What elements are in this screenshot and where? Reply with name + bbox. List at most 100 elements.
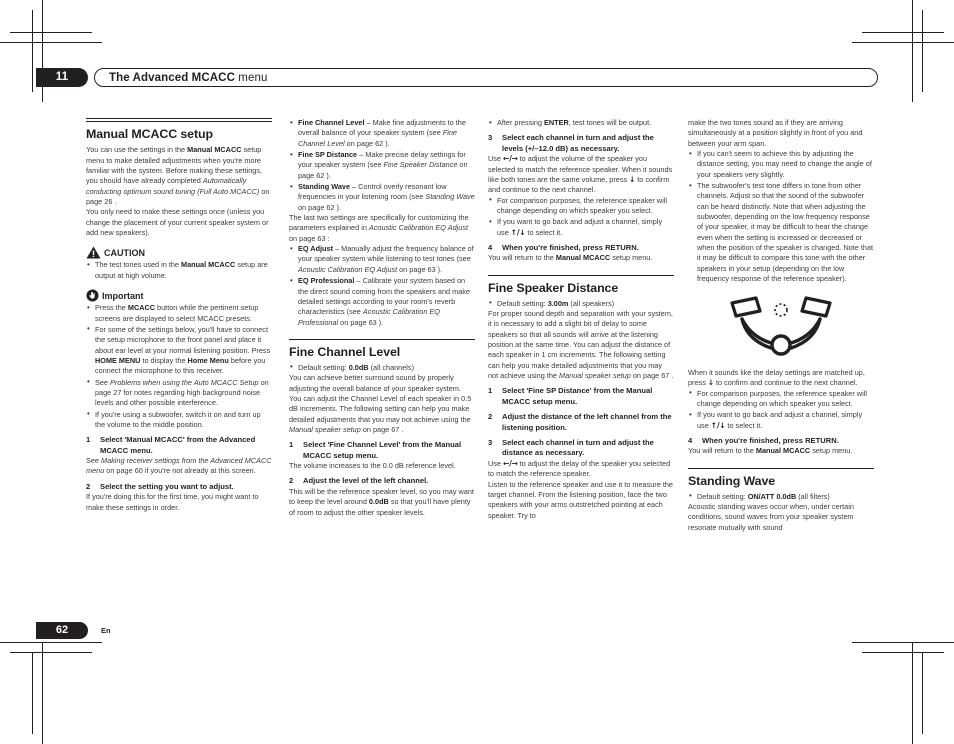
text-bold: HOME MENU	[95, 355, 141, 365]
step-text: Select the setting you want to adjust.	[100, 481, 234, 491]
step-3-notes: For comparison purposes, the reference s…	[488, 195, 674, 238]
language-code: En	[101, 626, 111, 635]
text-run: on page 67 .	[360, 424, 404, 434]
paragraph-customizing: The last two settings are specifically f…	[289, 213, 475, 244]
crop-mark-bottom-right	[834, 582, 954, 744]
step-1: 1 Select 'Manual MCACC' from the Advanced…	[86, 435, 272, 456]
important-notice: Important Press the MCACC button while t…	[86, 289, 272, 430]
list-item: EQ Adjust – Manually adjust the frequenc…	[289, 244, 475, 275]
step-4-body: You will return to the Manual MCACC setu…	[488, 253, 674, 263]
text-run: setup menu.	[810, 446, 853, 456]
list-item: Press the MCACC button while the pertine…	[86, 303, 272, 324]
text-bold: EQ Professional	[298, 276, 355, 286]
step-2-body: If you're doing this for the first time,…	[86, 492, 259, 512]
left-speaker-icon	[730, 295, 762, 318]
header-title-bold: The Advanced MCACC	[109, 72, 235, 84]
text-italic: Standing Wave	[425, 192, 475, 202]
distance-notes-list: If you can't seem to achieve this by adj…	[688, 149, 874, 284]
step-text: Select 'Manual MCACC' from the Advanced …	[100, 435, 256, 455]
step-number: 2	[86, 481, 91, 491]
text-bold: Home Menu	[187, 355, 229, 365]
step-text: Select 'Fine Channel Level' from the Man…	[303, 440, 462, 460]
list-item: Default setting: ON/ATT 0.0dB (all filte…	[688, 491, 874, 502]
caution-notice: CAUTION The test tones used in the Manua…	[86, 246, 272, 281]
text-run: Default setting:	[298, 362, 349, 372]
list-item: If you're using a subwoofer, switch it o…	[86, 409, 272, 431]
section-fine-speaker-distance: Fine Speaker Distance	[488, 274, 674, 295]
text-run: on page 67 .	[630, 371, 674, 381]
text-run: to confirm and continue to the next chan…	[713, 378, 858, 388]
list-item: EQ Professional – Calibrate your system …	[289, 276, 475, 328]
running-header: 11 The Advanced MCACC menu	[36, 68, 878, 88]
header-title-light: menu	[234, 72, 268, 84]
text-italic: Manual speaker setup	[289, 424, 361, 434]
paragraph-continuation: make the two tones sound as if they are …	[688, 118, 863, 148]
header-title-pill: The Advanced MCACC menu	[94, 68, 878, 87]
left-right-arrow-icon: ←/→	[503, 458, 518, 468]
crop-mark-bottom-left	[0, 582, 120, 744]
important-list: Press the MCACC button while the pertine…	[86, 303, 272, 430]
text-run: on page 63 :	[289, 233, 330, 243]
list-item: The test tones used in the Manual MCACC …	[86, 260, 272, 281]
step-text: Select 'Fine SP Distance' from the Manua…	[502, 386, 653, 406]
text-run: to display the	[140, 355, 188, 365]
important-header: Important	[86, 289, 272, 302]
caution-header: CAUTION	[86, 246, 272, 259]
text-run: You will return to the	[488, 253, 556, 263]
text-bold: Manual MCACC	[181, 260, 236, 270]
text-bold: 0.0dB	[368, 497, 389, 507]
step-2: 2 Adjust the distance of the left channel…	[488, 412, 674, 433]
text-column-4: make the two tones sound as if they are …	[688, 118, 874, 533]
speaker-arms-figure	[730, 295, 832, 356]
text-bold: MCACC	[127, 303, 156, 313]
list-item: Standing Wave – Control overly resonant …	[289, 182, 475, 213]
step-3b: 3 Select each channel in turn and adjust …	[488, 438, 674, 459]
section-heading: Fine Channel Level	[289, 344, 401, 359]
text-run: on page 63 ).	[397, 264, 443, 274]
text-run: You can use the settings in the	[86, 145, 188, 155]
step-2-body: This will be the reference speaker level…	[289, 487, 475, 518]
text-run: See	[86, 456, 102, 466]
text-run: For proper sound depth and separation wi…	[488, 309, 673, 381]
enter-note-list: After pressing ENTER, test tones will be…	[488, 117, 674, 128]
page-title: The Advanced MCACC menu	[109, 72, 267, 84]
list-item: The subwoofer's test tone differs in ton…	[688, 181, 874, 284]
section-rule	[86, 118, 272, 123]
text-run: You will return to the	[688, 446, 756, 456]
list-item: For some of the settings below, you'll h…	[86, 324, 272, 377]
step-text: Adjust the distance of the left channel …	[502, 412, 672, 432]
default-setting-list: Default setting: 3.00m (all speakers)	[488, 298, 674, 309]
listener-head	[770, 333, 792, 356]
text-run: After pressing	[497, 118, 545, 127]
text-run: Use	[488, 154, 504, 164]
text-run: The test tones used in the	[95, 260, 181, 270]
step-1: 1 Select 'Fine Channel Level' from the Ma…	[289, 440, 475, 461]
right-speaker-icon	[800, 295, 832, 318]
text-italic: Acoustic Calibration EQ Adjust	[298, 264, 398, 274]
default-setting-list: Default setting: ON/ATT 0.0dB (all filte…	[688, 491, 874, 502]
text-bold: Manual MCACC	[755, 446, 811, 456]
text-run: , test tones will be output.	[568, 118, 652, 127]
section-heading: Fine Speaker Distance	[488, 280, 619, 295]
page-number-badge: 62	[36, 622, 88, 639]
step-3-body: Use ←/→ to adjust the volume of the spea…	[488, 154, 674, 195]
text-run: For some of the settings below, you'll h…	[95, 324, 271, 355]
warning-triangle-icon	[86, 246, 101, 259]
section-rule	[289, 338, 475, 340]
text-run: on page 62 ).	[344, 138, 390, 148]
text-run: You can achieve better surround sound by…	[289, 373, 472, 424]
text-run: Use	[488, 458, 504, 468]
text-run: (all channels)	[368, 362, 415, 372]
text-bold: 0.0dB	[348, 362, 369, 372]
paragraph-intro-1: You can use the settings in the Manual M…	[86, 145, 272, 207]
text-run: setup menu.	[610, 253, 653, 263]
text-bold: Fine SP Distance	[298, 150, 358, 160]
paragraph-body: Acoustic standing waves occur when, unde…	[688, 502, 854, 532]
paragraph-intro-2: You only need to make these settings onc…	[86, 207, 269, 238]
text-bold: ON/ATT 0.0dB	[747, 491, 797, 501]
list-item: See Problems when using the Auto MCACC S…	[86, 377, 272, 409]
list-item: Fine Channel Level – Make fine adjustmen…	[289, 117, 475, 149]
text-run: on page 63 ).	[338, 317, 384, 327]
section-rule	[688, 467, 874, 469]
text-italic: Problems when using the Auto MCACC Setup	[110, 377, 259, 387]
